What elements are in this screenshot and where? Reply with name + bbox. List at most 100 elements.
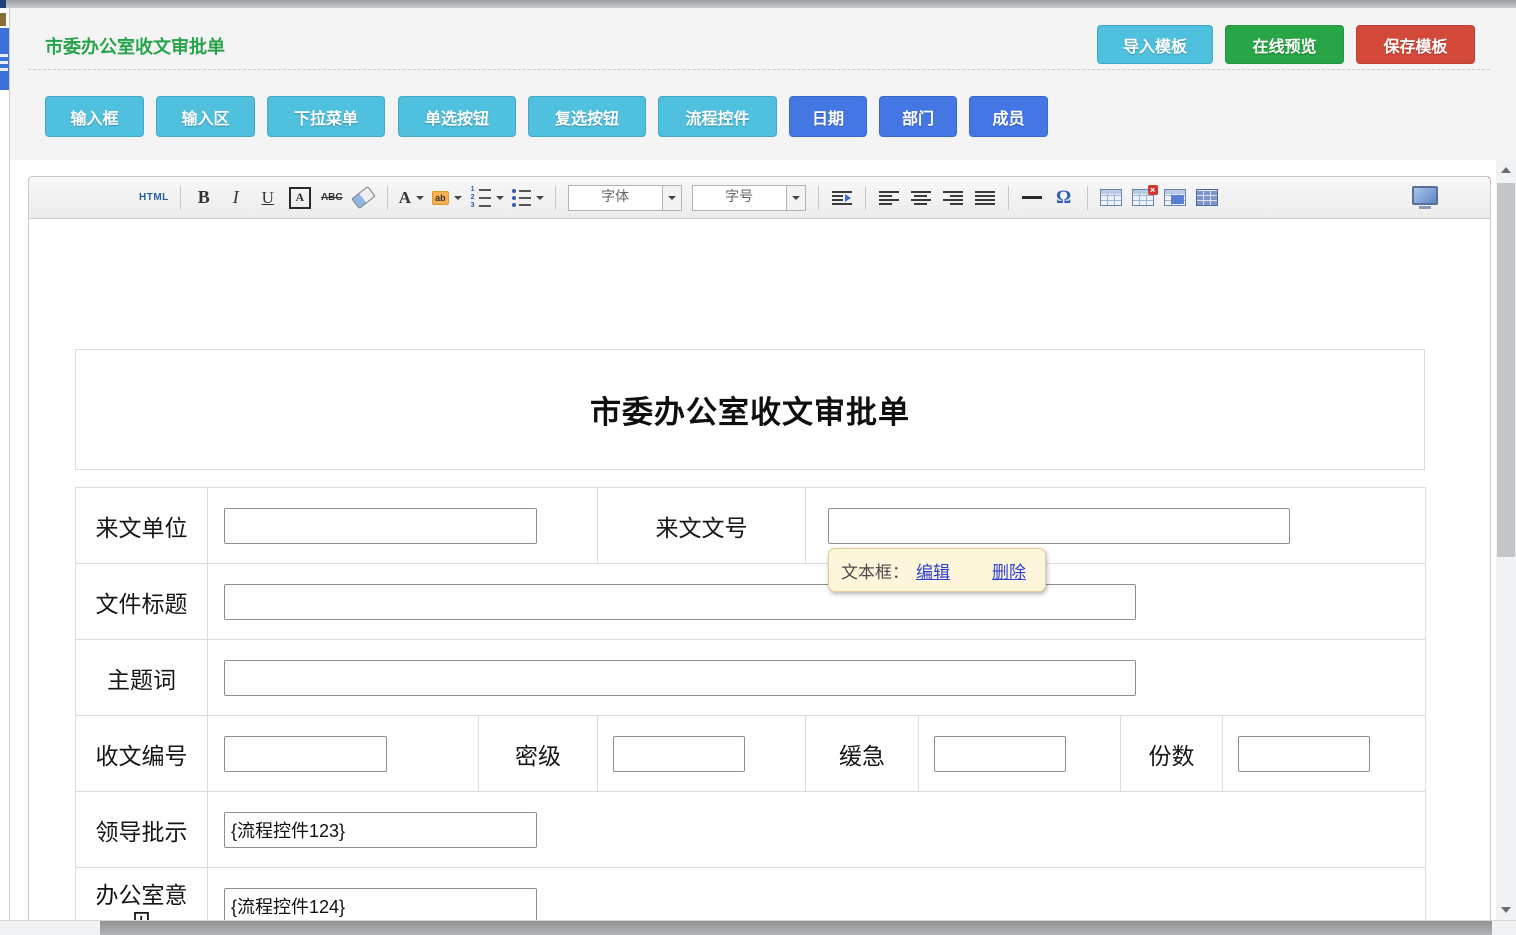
toolbar-separator bbox=[818, 186, 819, 210]
input-copies[interactable] bbox=[1238, 736, 1370, 772]
input-receipt-number[interactable] bbox=[224, 736, 387, 772]
html-source-button[interactable]: HTML bbox=[139, 184, 169, 212]
tooltip-delete-link[interactable]: 删除 bbox=[992, 558, 1026, 583]
editor-document[interactable]: 市委办公室收文审批单 来文单位 来文文号 文件标题 主 bbox=[29, 219, 1490, 934]
horizontal-rule-button[interactable] bbox=[1020, 184, 1044, 212]
palette-checkbox-button[interactable]: 复选按钮 bbox=[528, 96, 646, 137]
indent-button[interactable] bbox=[830, 184, 854, 212]
palette-input-area-button[interactable]: 输入区 bbox=[156, 96, 255, 137]
table-full-icon bbox=[1196, 189, 1218, 206]
input-subject-words[interactable] bbox=[224, 660, 1136, 696]
italic-button[interactable]: I bbox=[224, 184, 248, 212]
input-incoming-number[interactable] bbox=[828, 508, 1290, 544]
remove-format-button[interactable] bbox=[352, 184, 376, 212]
delete-table-button[interactable] bbox=[1131, 184, 1155, 212]
input-office-opinion-flow-control[interactable] bbox=[224, 888, 537, 924]
form-title-box: 市委办公室收文审批单 bbox=[75, 349, 1425, 470]
font-size-value: 字号 bbox=[693, 186, 786, 210]
table-row: 收文编号 密级 缓急 份数 bbox=[76, 716, 1426, 792]
monitor-icon bbox=[1412, 186, 1438, 205]
input-incoming-unit[interactable] bbox=[224, 508, 537, 544]
arrow-down-icon bbox=[1501, 907, 1511, 913]
form-table: 来文单位 来文文号 文件标题 主题词 收文编号 密级 bbox=[75, 487, 1426, 935]
vertical-scrollbar-thumb[interactable] bbox=[1497, 183, 1515, 557]
align-justify-button[interactable] bbox=[973, 184, 997, 212]
bold-button[interactable]: B bbox=[192, 184, 216, 212]
underline-button[interactable]: U bbox=[256, 184, 280, 212]
letter-a-icon: A bbox=[399, 188, 411, 208]
palette-member-button[interactable]: 成员 bbox=[969, 96, 1048, 137]
toolbar-separator bbox=[865, 186, 866, 210]
font-color-button[interactable]: A bbox=[399, 184, 424, 212]
unordered-list-button[interactable] bbox=[512, 184, 544, 212]
arrow-up-icon bbox=[1501, 167, 1511, 173]
background-menu-fragment bbox=[0, 28, 9, 90]
align-center-icon bbox=[911, 191, 931, 205]
align-right-icon bbox=[943, 191, 963, 205]
boxed-a-icon: A bbox=[289, 187, 311, 209]
table-row: 来文单位 来文文号 bbox=[76, 488, 1426, 564]
align-center-button[interactable] bbox=[909, 184, 933, 212]
ordered-list-icon: 1 2 3 bbox=[470, 187, 491, 208]
toolbar-separator bbox=[1087, 186, 1088, 210]
palette-department-button[interactable]: 部门 bbox=[879, 96, 957, 137]
font-family-value: 字体 bbox=[569, 186, 662, 210]
table-icon bbox=[1100, 189, 1122, 206]
palette-input-box-button[interactable]: 输入框 bbox=[45, 96, 144, 137]
toolbar-separator bbox=[387, 186, 388, 210]
table-properties-button[interactable] bbox=[1195, 184, 1219, 212]
table-row: 文件标题 bbox=[76, 564, 1426, 640]
browser-top-edge bbox=[0, 0, 1516, 8]
editor-toolbar: HTML B I U A ABC A ab 1 2 3 bbox=[29, 177, 1490, 219]
online-preview-button[interactable]: 在线预览 bbox=[1225, 25, 1344, 64]
chevron-down-icon bbox=[792, 196, 800, 200]
rich-text-editor: HTML B I U A ABC A ab 1 2 3 bbox=[28, 176, 1491, 935]
label-doc-title: 文件标题 bbox=[76, 564, 208, 640]
highlight-color-button[interactable]: ab bbox=[432, 184, 462, 212]
strikethrough-button[interactable]: ABC bbox=[320, 184, 344, 212]
indent-icon bbox=[832, 190, 852, 206]
align-left-button[interactable] bbox=[877, 184, 901, 212]
table-row: 领导批示 bbox=[76, 792, 1426, 868]
font-family-dropdown-arrow[interactable] bbox=[662, 186, 681, 210]
insert-table-button[interactable] bbox=[1099, 184, 1123, 212]
highlight-ab-icon: ab bbox=[432, 191, 449, 205]
special-char-button[interactable]: Ω bbox=[1052, 184, 1076, 212]
page-title: 市委办公室收文审批单 bbox=[45, 33, 225, 59]
palette-dropdown-button[interactable]: 下拉菜单 bbox=[267, 96, 385, 137]
horizontal-scrollbar-thumb[interactable] bbox=[100, 921, 1492, 935]
palette-date-button[interactable]: 日期 bbox=[789, 96, 867, 137]
chevron-down-icon bbox=[496, 196, 504, 200]
font-family-select[interactable]: 字体 bbox=[568, 185, 682, 211]
input-leader-instruction-flow-control[interactable] bbox=[224, 812, 537, 848]
tooltip-edit-link[interactable]: 编辑 bbox=[916, 558, 950, 583]
align-justify-icon bbox=[975, 191, 995, 205]
header-divider bbox=[28, 69, 1490, 70]
font-size-dropdown-arrow[interactable] bbox=[786, 186, 805, 210]
merge-cell-button[interactable] bbox=[1163, 184, 1187, 212]
pencil-icon bbox=[1487, 176, 1491, 179]
palette-flow-control-button[interactable]: 流程控件 bbox=[658, 96, 777, 137]
toolbar-separator bbox=[1008, 186, 1009, 210]
save-template-button[interactable]: 保存模板 bbox=[1356, 25, 1475, 64]
horizontal-scrollbar[interactable] bbox=[0, 920, 1516, 935]
import-template-button[interactable]: 导入模板 bbox=[1097, 25, 1213, 64]
label-secrecy-level: 密级 bbox=[479, 716, 598, 792]
palette-radio-button[interactable]: 单选按钮 bbox=[398, 96, 516, 137]
ordered-list-button[interactable]: 1 2 3 bbox=[470, 184, 504, 212]
align-right-button[interactable] bbox=[941, 184, 965, 212]
chevron-down-icon bbox=[454, 196, 462, 200]
align-left-icon bbox=[879, 191, 899, 205]
font-size-select[interactable]: 字号 bbox=[692, 185, 806, 211]
vertical-scrollbar[interactable] bbox=[1496, 160, 1516, 920]
label-incoming-unit: 来文单位 bbox=[76, 488, 208, 564]
input-secrecy-level[interactable] bbox=[613, 736, 745, 772]
label-incoming-number: 来文文号 bbox=[598, 488, 806, 564]
scroll-up-button[interactable] bbox=[1496, 160, 1516, 180]
window-corner-block bbox=[0, 0, 6, 8]
input-urgency[interactable] bbox=[934, 736, 1066, 772]
table-row: 主题词 bbox=[76, 640, 1426, 716]
font-frame-button[interactable]: A bbox=[288, 184, 312, 212]
scroll-down-button[interactable] bbox=[1496, 900, 1516, 920]
fullscreen-button[interactable] bbox=[1412, 184, 1438, 212]
